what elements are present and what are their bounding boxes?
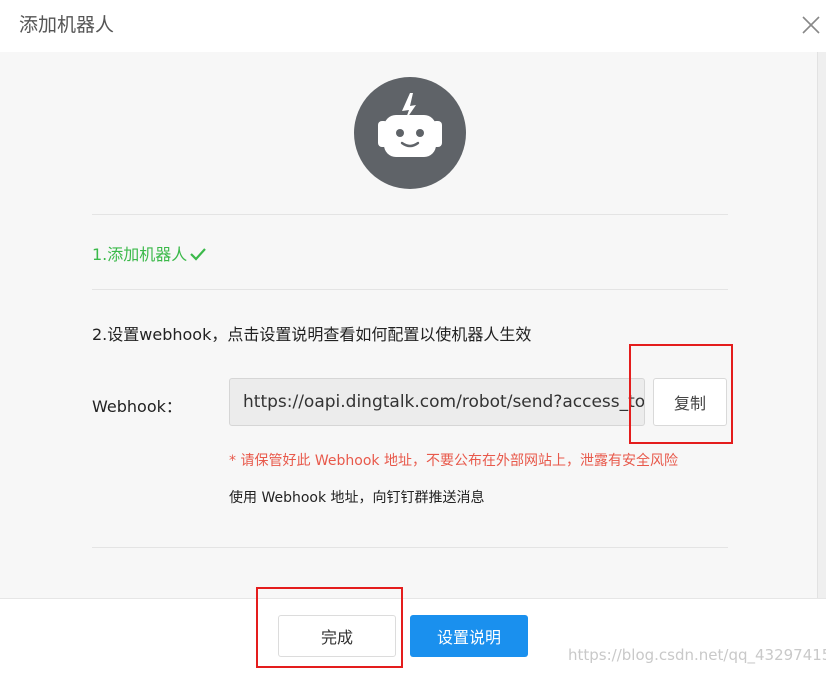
setup-help-button[interactable]: 设置说明	[410, 615, 528, 657]
highlight-box-copy	[629, 344, 733, 444]
watermark: https://blog.csdn.net/qq_43297415	[568, 646, 826, 664]
step-1: 1.添加机器人	[92, 241, 207, 266]
dialog-header: 添加机器人	[0, 0, 826, 52]
scrollbar[interactable]	[817, 52, 826, 598]
webhook-url-value: https://oapi.dingtalk.com/robot/send?acc…	[243, 392, 645, 412]
step-1-label: 1.添加机器人	[92, 245, 188, 264]
webhook-url-field[interactable]: https://oapi.dingtalk.com/robot/send?acc…	[229, 378, 645, 426]
divider	[92, 214, 728, 215]
check-icon	[189, 246, 207, 266]
webhook-label: Webhook：	[92, 397, 182, 416]
security-warning: * 请保管好此 Webhook 地址，不要公布在外部网站上，泄露有安全风险	[229, 453, 678, 469]
webhook-note: 使用 Webhook 地址，向钉钉群推送消息	[229, 490, 485, 506]
dialog-title: 添加机器人	[19, 14, 115, 36]
robot-avatar-icon	[354, 77, 466, 189]
highlight-box-done	[256, 587, 403, 668]
close-icon[interactable]	[798, 12, 824, 38]
step-2-label: 2.设置webhook，点击设置说明查看如何配置以使机器人生效	[92, 325, 532, 344]
divider	[92, 547, 728, 548]
divider	[92, 289, 728, 290]
